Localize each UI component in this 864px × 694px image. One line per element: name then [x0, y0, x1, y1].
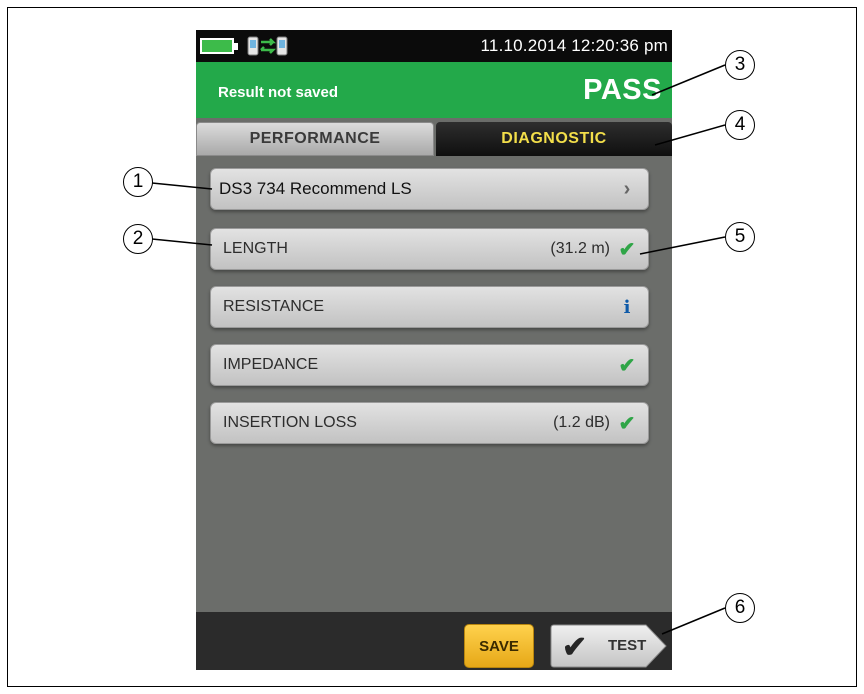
callout-2: 2 — [123, 224, 153, 254]
callout-4: 4 — [725, 110, 755, 140]
callout-leaders — [151, 64, 726, 635]
callout-3: 3 — [725, 50, 755, 80]
callout-1: 1 — [123, 167, 153, 197]
callout-6: 6 — [725, 593, 755, 623]
callout-5: 5 — [725, 222, 755, 252]
